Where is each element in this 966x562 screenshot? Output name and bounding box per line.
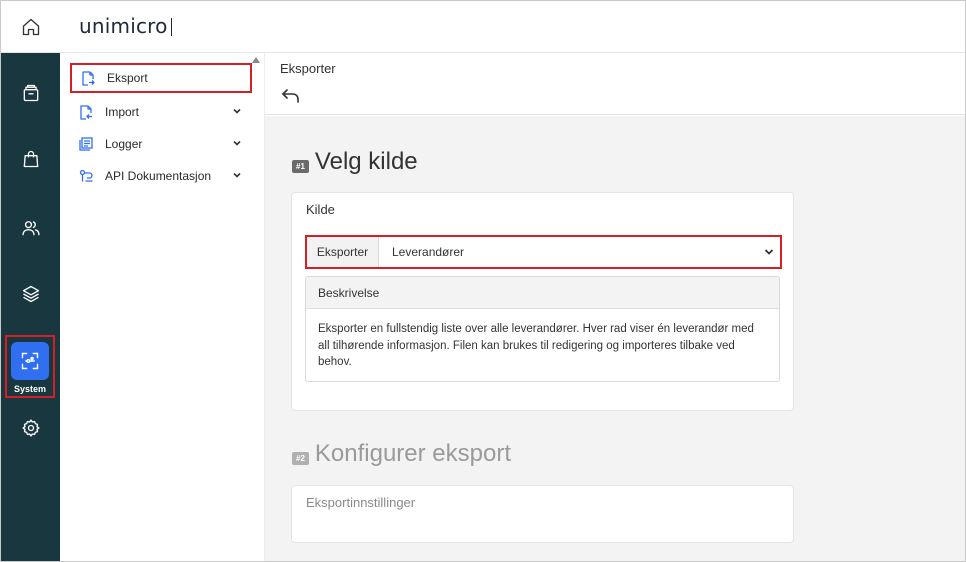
- description-title: Beskrivelse: [306, 277, 779, 309]
- card-title: Kilde: [306, 202, 335, 217]
- select-value[interactable]: Leverandører: [379, 237, 780, 267]
- chevron-down-icon: [764, 249, 774, 255]
- subnav-item-label: Import: [105, 105, 140, 119]
- export-settings-card: Eksportinnstillinger: [291, 485, 794, 543]
- chevron-down-icon: [233, 172, 241, 178]
- chevron-down-icon: [233, 108, 241, 114]
- rail-system-button[interactable]: System: [5, 335, 55, 398]
- subnav-item-logger[interactable]: Logger: [70, 129, 252, 159]
- step-heading: Velg kilde: [314, 148, 418, 175]
- users-icon: [21, 221, 40, 236]
- scroll-up-arrow[interactable]: [252, 57, 260, 63]
- step-2-header: #2 Konfigurer eksport: [292, 440, 511, 468]
- subnav-item-label: Eksport: [107, 71, 148, 85]
- home-icon: [22, 18, 39, 36]
- rail-sales-button[interactable]: [1, 139, 60, 179]
- main-rail: System: [1, 53, 60, 561]
- api-doc-icon: [78, 168, 94, 184]
- app-window: unimicro System Eksport Import Logger AP…: [0, 0, 966, 562]
- description-text: Eksporter en fullstendig liste over alle…: [318, 323, 754, 368]
- select-addon-label: Eksporter: [307, 237, 379, 267]
- gear-icon: [21, 419, 40, 437]
- subnav-item-api-dokumentasjon[interactable]: API Dokumentasjon: [70, 161, 252, 191]
- content-area: #1 Velg kilde Kilde Eksporter Leverandør…: [265, 116, 965, 561]
- top-bar: unimicro: [1, 1, 965, 53]
- rail-layers-button[interactable]: [1, 274, 60, 314]
- rail-system-label: System: [13, 384, 47, 394]
- rail-archive-button[interactable]: [1, 73, 60, 113]
- subnav-item-eksport[interactable]: Eksport: [70, 63, 252, 93]
- card-title: Eksportinnstillinger: [306, 495, 416, 510]
- page-header: Eksporter: [265, 53, 965, 115]
- description-box: Beskrivelse Eksporter en fullstendig lis…: [305, 276, 780, 382]
- rail-settings-button[interactable]: [1, 408, 60, 448]
- rail-contacts-button[interactable]: [1, 208, 60, 248]
- chevron-down-icon: [233, 140, 241, 146]
- system-icon: [21, 352, 39, 370]
- source-card: Kilde Eksporter Leverandører Beskrivelse…: [291, 192, 794, 411]
- archive-box-icon: [23, 84, 38, 102]
- step-badge: #1: [292, 159, 309, 173]
- system-tile: [11, 342, 49, 380]
- app-logo[interactable]: unimicro: [79, 14, 172, 38]
- home-button[interactable]: [1, 1, 60, 53]
- subnav-item-label: API Dokumentasjon: [105, 169, 212, 183]
- step-1-header: #1 Velg kilde: [292, 148, 418, 176]
- back-arrow-icon: [282, 89, 299, 103]
- back-button[interactable]: [281, 87, 303, 107]
- file-import-icon: [78, 104, 94, 120]
- log-list-icon: [78, 136, 94, 152]
- subnav-item-import[interactable]: Import: [70, 97, 252, 127]
- subnav-item-label: Logger: [105, 137, 143, 151]
- step-badge: #2: [292, 451, 309, 465]
- export-source-select[interactable]: Eksporter Leverandører: [305, 235, 782, 269]
- step-heading: Konfigurer eksport: [314, 440, 512, 467]
- selected-option: Leverandører: [392, 245, 465, 259]
- layers-icon: [22, 285, 39, 303]
- sub-navigation: Eksport Import Logger API Dokumentasjon: [60, 53, 265, 561]
- page-title: Eksporter: [280, 61, 336, 76]
- file-export-icon: [80, 70, 96, 86]
- shopping-bag-icon: [23, 150, 38, 168]
